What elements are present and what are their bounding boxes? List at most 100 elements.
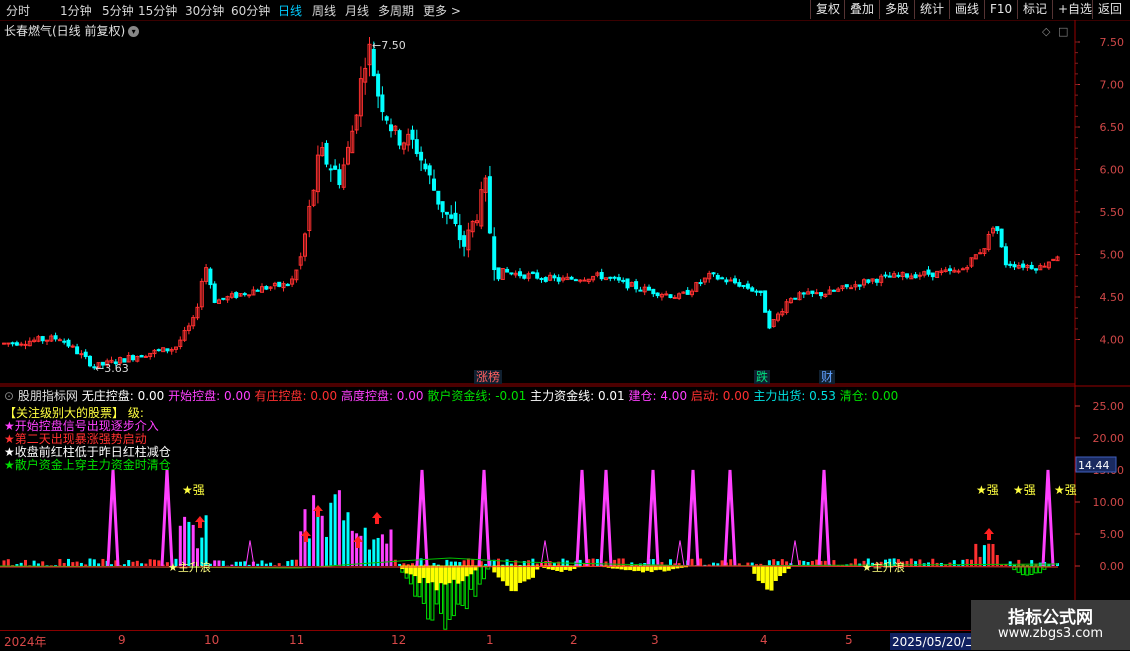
- indicator-bar: [153, 560, 156, 566]
- indicator-bar: [213, 560, 216, 566]
- capital-bar: [761, 566, 764, 583]
- indicator-bar: [1009, 561, 1012, 566]
- indicator-bar: [67, 559, 70, 566]
- candle-body: [961, 269, 964, 270]
- candle-body: [665, 294, 668, 295]
- candle-body: [80, 354, 83, 355]
- candle-body: [725, 280, 728, 282]
- candle-body: [906, 274, 909, 277]
- indicator-bar: [987, 544, 990, 566]
- indicator-bar: [308, 538, 311, 566]
- candle-body: [398, 131, 401, 145]
- kline-chart[interactable]: 7.507.006.506.005.505.004.504.0025.0020.…: [0, 0, 1130, 650]
- chevron-down-icon[interactable]: ⊙: [4, 389, 14, 403]
- low-price-label: ←3.63: [95, 362, 129, 375]
- y-tick-label: 5.50: [1100, 206, 1125, 219]
- candle-body: [652, 289, 655, 293]
- indicator-bar: [76, 562, 79, 566]
- candle-body: [1043, 266, 1046, 267]
- candle-body: [888, 276, 891, 277]
- indicator-bar: [992, 544, 995, 566]
- indicator-name[interactable]: 股朋指标网: [18, 389, 78, 403]
- candle-body: [144, 356, 147, 357]
- signal-peak: [791, 540, 799, 566]
- capital-bar: [510, 566, 513, 591]
- date-label: 1: [486, 633, 494, 647]
- indicator-bar: [256, 564, 259, 566]
- indicator-bar: [71, 562, 74, 566]
- legend-line: ★散户资金上穿主力资金时清仓: [4, 456, 171, 473]
- capital-bar: [422, 566, 425, 577]
- candle-body: [506, 269, 509, 272]
- candle-body: [385, 117, 388, 120]
- indicator-bar: [192, 525, 195, 566]
- date-axis: 2024年 9 10 11 12 1 2 3 4 5 2025/05/20/二: [0, 630, 1075, 651]
- candle-body: [67, 340, 70, 346]
- indicator-bar: [140, 563, 143, 566]
- indicator-bar: [218, 560, 221, 566]
- indicator-bar: [497, 559, 500, 566]
- candle-body: [746, 284, 749, 288]
- candle-body: [1004, 247, 1007, 265]
- indicator-bar: [974, 544, 977, 566]
- capital-bar: [440, 566, 443, 583]
- indicator-bar: [445, 560, 448, 566]
- capital-bar: [532, 566, 535, 577]
- candle-body: [166, 349, 169, 351]
- candle-body: [497, 268, 500, 279]
- indicator-bar: [544, 561, 547, 566]
- candle-body: [639, 290, 642, 291]
- indicator-bar: [394, 560, 397, 566]
- up-arrow-icon: [984, 528, 994, 540]
- indicator-bar: [239, 562, 242, 566]
- y-tick-label: 7.00: [1100, 79, 1125, 92]
- indicator-bar: [381, 534, 384, 566]
- candle-body: [686, 290, 689, 294]
- candle-body: [845, 285, 848, 287]
- candle-body: [979, 253, 982, 254]
- indicator-bar: [983, 545, 986, 566]
- indicator-bar: [592, 559, 595, 566]
- candle-body: [256, 290, 259, 291]
- signal-peak: [676, 540, 684, 566]
- indicator-bar: [33, 561, 36, 566]
- indicator-bar: [24, 560, 27, 566]
- y-tick-label: 25.00: [1093, 400, 1125, 413]
- indicator-bar: [265, 564, 268, 566]
- strong-signal-label: ★强: [1013, 483, 1036, 497]
- indicator-bar: [144, 564, 147, 566]
- indicator-bar: [1000, 565, 1003, 566]
- indicator-bar: [613, 560, 616, 566]
- indicator-bar: [458, 562, 461, 566]
- candle-body: [949, 269, 952, 271]
- indicator-value: 开始控盘: 0.00: [168, 389, 254, 403]
- candle-body: [811, 291, 814, 293]
- capital-bar: [663, 566, 666, 571]
- indicator-bar: [123, 564, 126, 566]
- candle-body: [914, 275, 917, 278]
- candle-body: [1013, 265, 1016, 267]
- candle-body: [583, 280, 586, 281]
- candle-body: [1022, 264, 1025, 267]
- y-tick-label: 5.00: [1100, 249, 1125, 262]
- indicator-bar: [562, 559, 565, 566]
- candle-body: [222, 298, 225, 299]
- indicator-bar: [557, 562, 560, 566]
- indicator-bar: [157, 560, 160, 566]
- watermark-title: 指标公式网: [971, 603, 1130, 628]
- candle-body: [372, 49, 375, 75]
- candle-body: [648, 287, 651, 290]
- candle-body: [738, 283, 741, 287]
- candle-body: [3, 343, 6, 344]
- indicator-bar: [390, 529, 393, 566]
- indicator-bar: [617, 558, 620, 566]
- capital-bar: [501, 566, 504, 581]
- indicator-bar: [781, 559, 784, 566]
- date-label: 9: [118, 633, 126, 647]
- indicator-value: 有庄控盘: 0.00: [255, 389, 341, 403]
- event-marker-label: 财: [821, 370, 833, 384]
- candle-body: [437, 191, 440, 204]
- candle-body: [411, 130, 414, 139]
- indicator-bar: [347, 512, 350, 566]
- candle-body: [570, 277, 573, 279]
